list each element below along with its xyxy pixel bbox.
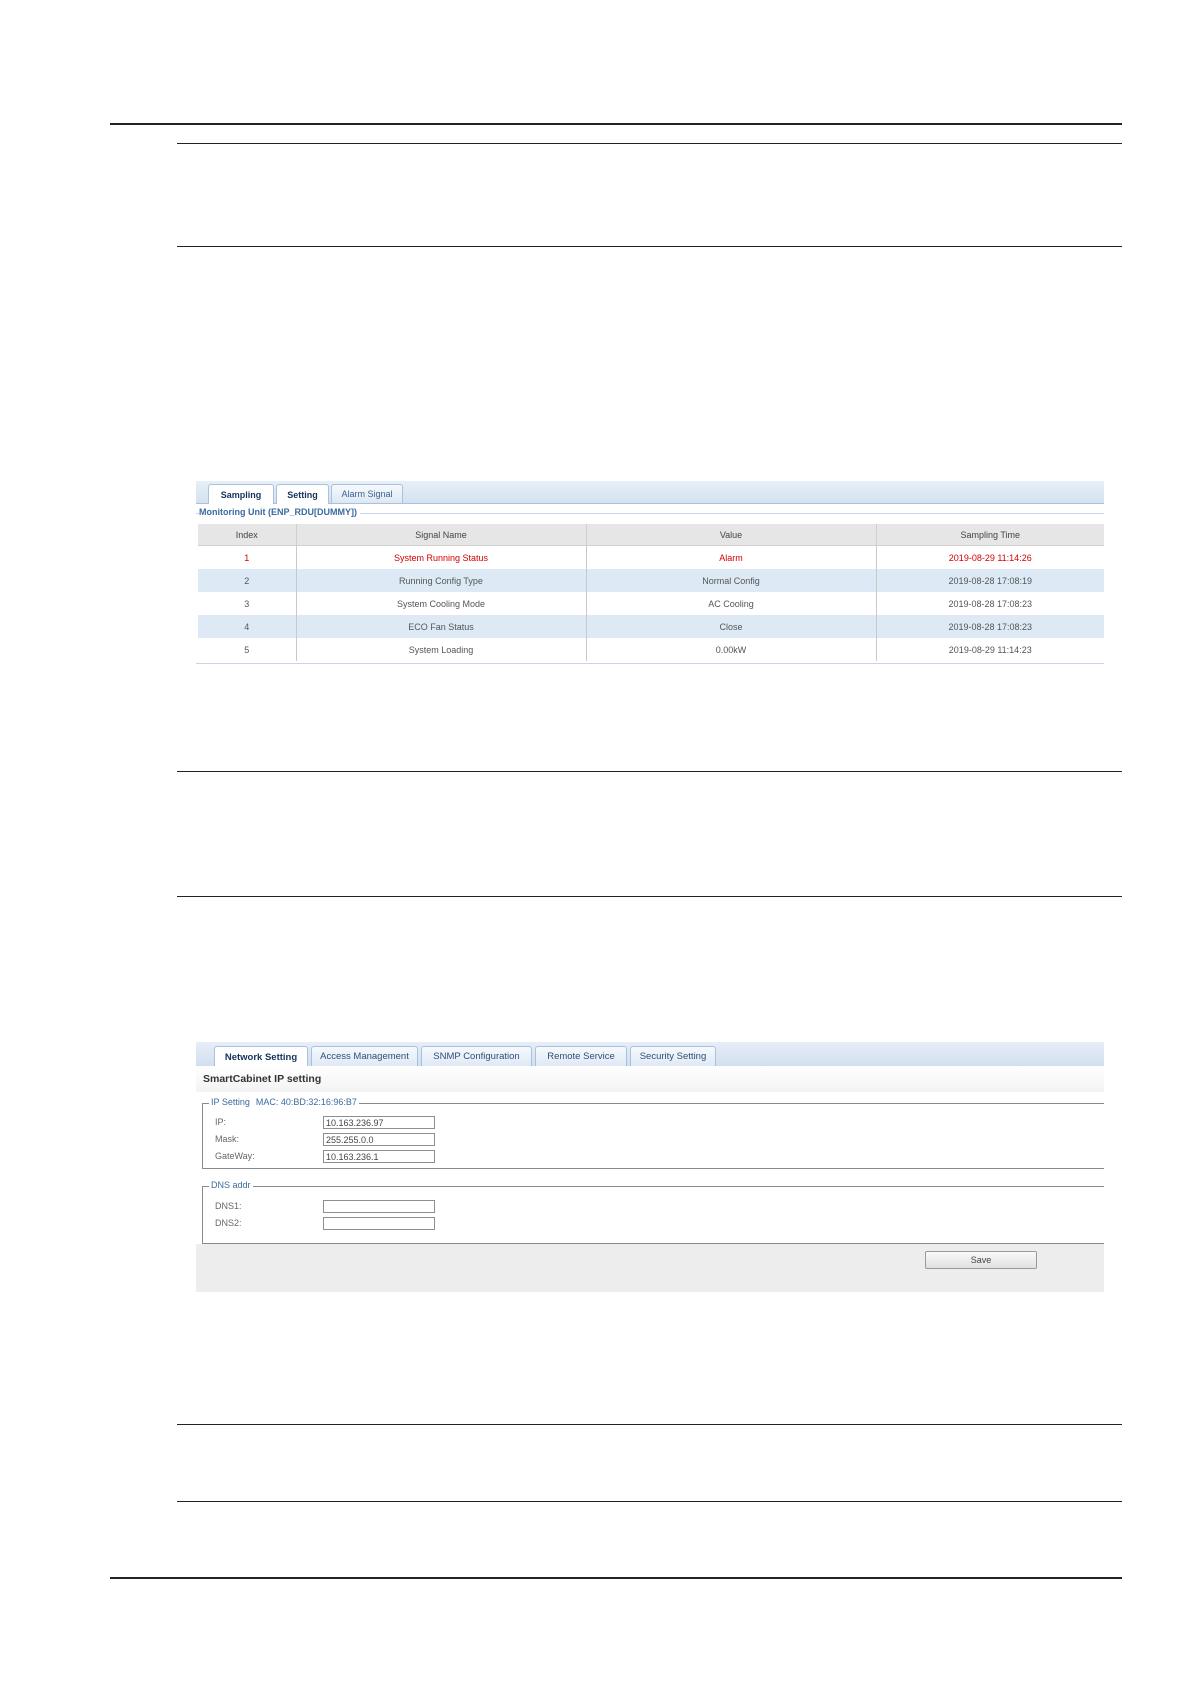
cell-sampling-time: 2019-08-28 17:08:23 [948, 598, 1033, 609]
tab-access-management[interactable]: Access Management [311, 1046, 418, 1066]
section-title: Monitoring Unit (ENP_RDU[DUMMY]) [199, 507, 360, 517]
table-row: 4 ECO Fan Status Close 2019-08-28 17:08:… [198, 615, 1104, 638]
ip-setting-title: IP Setting [211, 1097, 250, 1107]
table-row: 2 Running Config Type Normal Config 2019… [198, 569, 1104, 592]
dns1-label: DNS1: [215, 1201, 242, 1211]
cell-signal-name: ECO Fan Status [296, 615, 587, 638]
table-bottom-rule [196, 663, 1104, 664]
dns2-input[interactable] [323, 1217, 435, 1230]
column-header-index: Index [198, 524, 297, 546]
gateway-label: GateWay: [215, 1151, 255, 1161]
ip-setting-fieldset: IP Setting MAC: 40:BD:32:16:96:B7 IP: Mas… [202, 1097, 1104, 1169]
dns-fieldset: DNS addr DNS1: DNS2: [202, 1180, 1104, 1244]
cell-sampling-time: 2019-08-28 17:08:23 [876, 615, 1104, 638]
cell-index: 2 [198, 569, 297, 592]
table-row: 5 System Loading 0.00kW 2019-08-29 11:14… [198, 638, 1104, 661]
tab-sampling[interactable]: Sampling [208, 484, 274, 504]
mask-label: Mask: [215, 1134, 240, 1144]
tab-security-setting[interactable]: Security Setting [630, 1046, 716, 1066]
cell-signal-name: System Cooling Mode [296, 592, 587, 615]
dns2-label: DNS2: [215, 1218, 242, 1228]
footer-rule [110, 1577, 1122, 1579]
tab-remote-service[interactable]: Remote Service [535, 1046, 627, 1066]
dns-legend: DNS addr [209, 1180, 253, 1190]
form-footer: Save [196, 1244, 1104, 1292]
settings-tab-bar: Network Setting Access Management SNMP C… [196, 1042, 1104, 1067]
table-header-row: Index Signal Name Value Sampling Time [198, 524, 1104, 546]
header-rule [110, 123, 1122, 125]
signal-table: Index Signal Name Value Sampling Time 1 … [198, 524, 1104, 661]
cell-value: 0.00kW [586, 638, 877, 661]
mac-address: MAC: 40:BD:32:16:96:B7 [255, 1097, 357, 1107]
cell-value: Alarm [586, 545, 877, 569]
cell-value: Close [586, 615, 877, 638]
table-row: 1 System Running Status Alarm 2019-08-29… [198, 545, 1104, 569]
page-title: SmartCabinet IP setting [196, 1066, 1104, 1092]
column-header-sampling-time: Sampling Time [876, 524, 1104, 546]
cell-signal-name: System Loading [296, 638, 587, 661]
tab-network-setting[interactable]: Network Setting [214, 1046, 308, 1067]
gateway-input[interactable] [323, 1150, 435, 1163]
note-rule-top-2 [177, 771, 1122, 772]
mask-input[interactable] [323, 1133, 435, 1146]
ip-input[interactable] [323, 1116, 435, 1129]
tab-alarm-signal[interactable]: Alarm Signal [331, 484, 403, 503]
table-row: 3 System Cooling Mode AC Cooling 2019-08… [198, 592, 1104, 615]
note-rule-bottom-2 [177, 896, 1122, 897]
cell-value: Normal Config [586, 569, 877, 592]
ip-label: IP: [215, 1117, 227, 1127]
note-rule-bottom-3 [177, 1501, 1122, 1502]
cell-index: 5 [198, 638, 297, 661]
note-rule-top-3 [177, 1424, 1122, 1425]
column-header-signal-name: Signal Name [296, 524, 587, 546]
cell-sampling-time: 2019-08-29 11:14:26 [948, 552, 1032, 563]
save-button[interactable]: Save [925, 1251, 1037, 1269]
tab-setting[interactable]: Setting [276, 484, 329, 504]
cell-value: AC Cooling [586, 592, 877, 615]
network-setting-screenshot: Network Setting Access Management SNMP C… [196, 1042, 1104, 1292]
column-header-value: Value [586, 524, 877, 546]
cell-index: 1 [198, 545, 297, 569]
dns1-input[interactable] [323, 1200, 435, 1213]
monitoring-unit-screenshot: Sampling Setting Alarm Signal Monitoring… [196, 481, 1104, 664]
cell-signal-name: System Running Status [296, 545, 587, 569]
note-rule-bottom-1 [177, 246, 1122, 247]
cell-signal-name: Running Config Type [296, 569, 587, 592]
note-rule-top-1 [177, 143, 1122, 144]
cell-index: 3 [198, 592, 297, 615]
cell-index: 4 [198, 615, 297, 638]
tab-snmp-configuration[interactable]: SNMP Configuration [421, 1046, 532, 1066]
monitoring-tab-bar: Sampling Setting Alarm Signal [196, 481, 1104, 504]
cell-sampling-time: 2019-08-29 11:14:23 [948, 644, 1032, 655]
ip-setting-legend: IP Setting MAC: 40:BD:32:16:96:B7 [209, 1097, 359, 1107]
cell-sampling-time: 2019-08-28 17:08:19 [876, 569, 1104, 592]
